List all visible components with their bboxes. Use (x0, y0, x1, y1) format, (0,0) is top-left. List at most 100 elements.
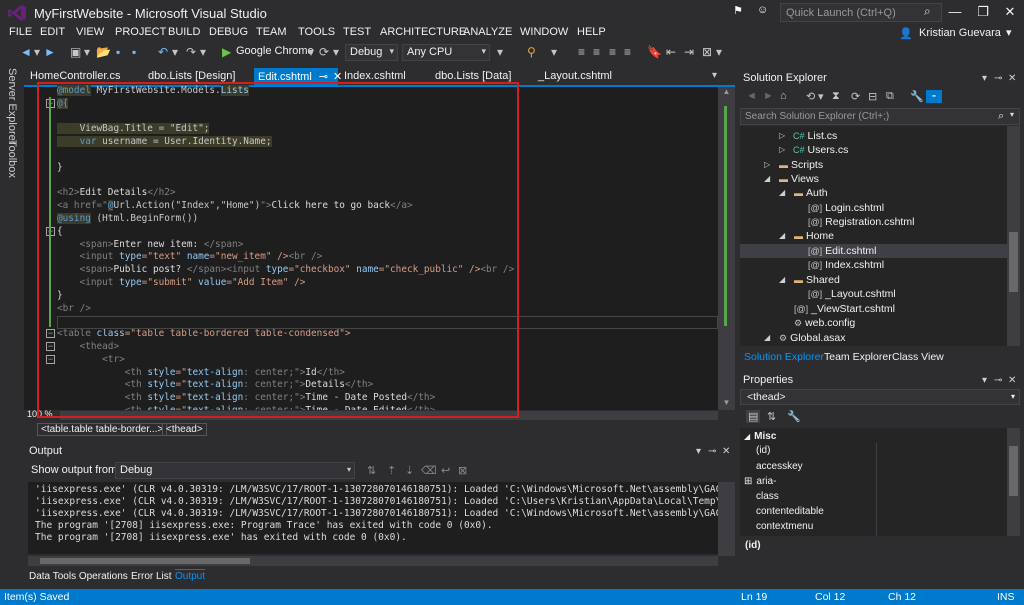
show-all-files-icon[interactable]: ⧉ (886, 90, 894, 103)
tab-index-cshtml[interactable]: Index.cshtml (340, 68, 410, 85)
collapse-arrow-icon[interactable]: ◢ (779, 275, 785, 284)
toggle-indent-icon[interactable]: ≡ (578, 45, 585, 59)
undo-dropdown-icon[interactable]: ▾ (172, 45, 178, 59)
menu-tools[interactable]: TOOLS (298, 26, 335, 38)
menu-file[interactable]: FILE (9, 26, 32, 38)
find-in-files-icon[interactable]: ⚲ (527, 45, 536, 59)
toolbar-overflow-icon[interactable]: ▾ (497, 45, 503, 59)
search-options-icon[interactable]: ▾ (1010, 110, 1014, 119)
breadcrumb-item[interactable]: <thead> (162, 423, 207, 436)
wrap-toggle-icon[interactable]: ⊠ (458, 464, 467, 477)
feedback-icon[interactable]: ☺ (757, 4, 771, 18)
next-message-icon[interactable]: ⇣ (405, 464, 414, 477)
collapse-all-icon[interactable]: ⊟ (868, 90, 877, 103)
menu-window[interactable]: WINDOW (520, 26, 568, 38)
redo-icon[interactable]: ↷ (186, 45, 196, 59)
property-row-id[interactable]: (id) (756, 443, 770, 458)
properties-scroll-thumb[interactable] (1009, 446, 1018, 496)
tab-class-view[interactable]: Class View (892, 351, 944, 363)
window-position-icon[interactable]: ▾ (982, 73, 987, 84)
fold-toggle-icon[interactable]: − (46, 329, 55, 339)
menu-test[interactable]: TEST (343, 26, 371, 38)
start-debugging-icon[interactable]: ▶ (222, 45, 231, 59)
tab-data-tools-operations[interactable]: Data Tools Operations (29, 571, 128, 582)
tree-item-home[interactable]: ▬ Home (794, 229, 834, 243)
auto-hide-pin-icon[interactable]: ⊸ (994, 73, 1002, 84)
solution-platform-select[interactable]: Any CPU ▾ (402, 44, 490, 61)
word-wrap-icon[interactable]: ↩ (441, 464, 450, 477)
browser-selector[interactable]: Google Chrome (236, 45, 314, 57)
tree-item-index-cshtml[interactable]: [@] Index.cshtml (808, 258, 884, 272)
collapse-arrow-icon[interactable]: ◢ (779, 231, 785, 240)
expand-arrow-icon[interactable]: ▷ (764, 160, 770, 169)
output-horizontal-thumb[interactable] (40, 558, 250, 564)
outdent-icon[interactable]: ≡ (624, 45, 631, 59)
back-icon[interactable]: ◄ (746, 90, 757, 102)
uncomment-icon[interactable]: ≡ (609, 45, 616, 59)
maximize-button[interactable]: ❐ (969, 1, 997, 23)
clear-bookmarks-icon[interactable]: ⊠ (702, 45, 712, 59)
property-row-contextmenu[interactable]: contextmenu (756, 519, 813, 534)
bookmark-icon[interactable]: 🔖 (647, 45, 662, 59)
prev-message-icon[interactable]: ⇡ (387, 464, 396, 477)
pending-changes-icon[interactable]: ⧗ (832, 90, 840, 103)
quick-launch-input[interactable]: Quick Launch (Ctrl+Q) (780, 3, 942, 22)
tree-item-login-cshtml[interactable]: [@] Login.cshtml (808, 201, 884, 215)
tab-homecontroller[interactable]: HomeController.cs (26, 68, 124, 85)
close-icon[interactable]: ✕ (1008, 375, 1016, 386)
editor-horizontal-scrollbar[interactable] (60, 411, 718, 420)
comment-icon[interactable]: ≡ (593, 45, 600, 59)
toolbox-tab[interactable]: Toolbox (6, 140, 18, 178)
sync-dropdown-icon[interactable]: ▾ (818, 90, 824, 103)
refresh-icon[interactable]: ⟳ (851, 90, 860, 103)
forward-arrow-icon[interactable]: ► (44, 45, 56, 59)
tree-item-viewstart-cshtml[interactable]: [@] _ViewStart.cshtml (794, 302, 895, 316)
solution-explorer-scroll-thumb[interactable] (1009, 232, 1018, 292)
tree-item-edit-cshtml[interactable]: [@] Edit.cshtml (740, 244, 1007, 258)
categorized-icon[interactable]: ▤ (746, 410, 761, 423)
output-source-select[interactable]: Debug ▾ (115, 462, 355, 479)
toolbar-customize-icon[interactable]: ▾ (716, 45, 722, 59)
properties-wrench-icon[interactable]: 🔧 (910, 90, 924, 103)
preview-selected-icon[interactable]: ⁃ (926, 90, 942, 103)
new-project-icon[interactable]: ▣ (70, 45, 81, 59)
tab-list-dropdown-icon[interactable]: ▾ (712, 70, 717, 81)
property-category-misc[interactable]: ◢ Misc (744, 429, 776, 444)
tab-edit-cshtml[interactable]: Edit.cshtml ⊸ ✕ (254, 68, 342, 85)
menu-architecture[interactable]: ARCHITECTURE (380, 26, 466, 38)
tree-item-web-config[interactable]: ⚙ web.config (794, 316, 855, 330)
redo-dropdown-icon[interactable]: ▾ (200, 45, 206, 59)
window-position-icon[interactable]: ▾ (982, 375, 987, 386)
tree-item-shared[interactable]: ▬ Shared (794, 273, 840, 287)
find-message-icon[interactable]: ⇅ (367, 464, 376, 477)
minimize-button[interactable]: — (941, 1, 969, 23)
window-position-icon[interactable]: ▾ (696, 446, 701, 457)
alphabetical-icon[interactable]: ⇅ (767, 410, 776, 423)
auto-hide-pin-icon[interactable]: ⊸ (708, 446, 716, 457)
solution-configuration-select[interactable]: Debug ▾ (345, 44, 398, 61)
close-button[interactable]: ✕ (996, 1, 1024, 23)
property-row-contenteditable[interactable]: contenteditable (756, 504, 824, 519)
scroll-down-icon[interactable]: ▼ (718, 398, 735, 410)
property-row-accesskey[interactable]: accesskey (756, 459, 803, 474)
new-project-dropdown-icon[interactable]: ▾ (84, 45, 90, 59)
tree-item-layout-cshtml[interactable]: [@] _Layout.cshtml (808, 287, 896, 301)
tab-layout-cshtml[interactable]: _Layout.cshtml (534, 68, 616, 85)
next-bookmark-icon[interactable]: ⇥ (684, 45, 694, 59)
menu-project[interactable]: PROJECT (115, 26, 166, 38)
fold-toggle-icon[interactable]: − (46, 354, 55, 364)
menu-help[interactable]: HELP (577, 26, 606, 38)
zoom-level[interactable]: 100 % (27, 409, 53, 419)
tab-output[interactable]: Output (175, 569, 206, 582)
refresh-icon[interactable]: ⟳ (319, 45, 329, 59)
server-explorer-tab[interactable]: Server Explorer (6, 68, 18, 144)
close-icon[interactable]: ✕ (1008, 73, 1016, 84)
tree-item-auth[interactable]: ▬ Auth (794, 186, 828, 200)
menu-edit[interactable]: EDIT (40, 26, 65, 38)
chevron-down-icon[interactable]: ▾ (1006, 26, 1012, 39)
property-row-class[interactable]: class (756, 489, 779, 504)
tab-dbo-lists-design[interactable]: dbo.Lists [Design] (144, 68, 239, 85)
menu-debug[interactable]: DEBUG (209, 26, 248, 38)
back-dropdown-icon[interactable]: ▾ (34, 45, 40, 59)
solution-explorer-search-input[interactable]: Search Solution Explorer (Ctrl+;) (740, 108, 1020, 125)
